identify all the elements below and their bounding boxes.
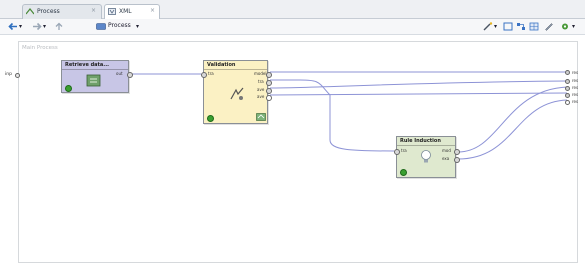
- status-ok-icon: [207, 115, 214, 122]
- output-port-model[interactable]: [266, 72, 272, 78]
- output-port-out[interactable]: [127, 72, 133, 78]
- wire-validation-tra: [269, 79, 395, 152]
- output-port-tra[interactable]: [266, 80, 272, 86]
- output-port-exa[interactable]: [454, 157, 460, 163]
- result-port-label: res: [572, 99, 579, 104]
- operator-title: Retrieve data...: [62, 61, 128, 70]
- operator-retrieve-data[interactable]: Retrieve data... out: [61, 60, 133, 93]
- connection-wires: [130, 71, 568, 160]
- operator-title: Validation: [204, 61, 267, 70]
- result-port-label: res: [572, 92, 579, 97]
- port-label: mod: [442, 148, 451, 153]
- operator-validation[interactable]: Validation tra model tra ave ave: [201, 60, 272, 124]
- validation-icon: [230, 87, 244, 100]
- input-port-tra[interactable]: [394, 149, 400, 155]
- output-port-ave[interactable]: [266, 95, 272, 101]
- lightbulb-icon: [421, 150, 431, 163]
- output-port-mod[interactable]: [454, 149, 460, 155]
- operator-title: Rule Induction: [397, 137, 455, 146]
- status-ok-icon: [400, 169, 407, 176]
- output-port-ave[interactable]: [266, 88, 272, 94]
- wire-rule-mod: [457, 86, 568, 153]
- wire-validation-ave-2: [269, 92, 568, 96]
- database-icon: [86, 74, 101, 87]
- operator-rule-induction[interactable]: Rule Induction tra mod exa: [394, 136, 460, 178]
- port-label: ave: [257, 94, 265, 99]
- result-port-4[interactable]: [565, 93, 570, 98]
- result-port-label: res: [572, 85, 579, 90]
- port-label: out: [116, 71, 123, 76]
- wire-rule-exa: [457, 99, 568, 160]
- port-label: ave: [257, 87, 265, 92]
- status-ok-icon: [65, 85, 72, 92]
- result-port-1[interactable]: [565, 70, 570, 75]
- result-port-label: res: [572, 70, 579, 75]
- port-label: tra: [401, 148, 407, 153]
- port-label: model: [254, 71, 267, 76]
- port-label: exa: [442, 156, 450, 161]
- result-port-2[interactable]: [565, 79, 570, 84]
- port-label: tra: [258, 79, 264, 84]
- result-port-label: res: [572, 78, 579, 83]
- result-port-5[interactable]: [565, 100, 570, 105]
- result-port-3[interactable]: [565, 86, 570, 91]
- port-label: tra: [208, 71, 214, 76]
- subprocess-icon[interactable]: [256, 113, 266, 121]
- input-port-tra[interactable]: [201, 72, 207, 78]
- wire-validation-ave-1: [269, 80, 568, 89]
